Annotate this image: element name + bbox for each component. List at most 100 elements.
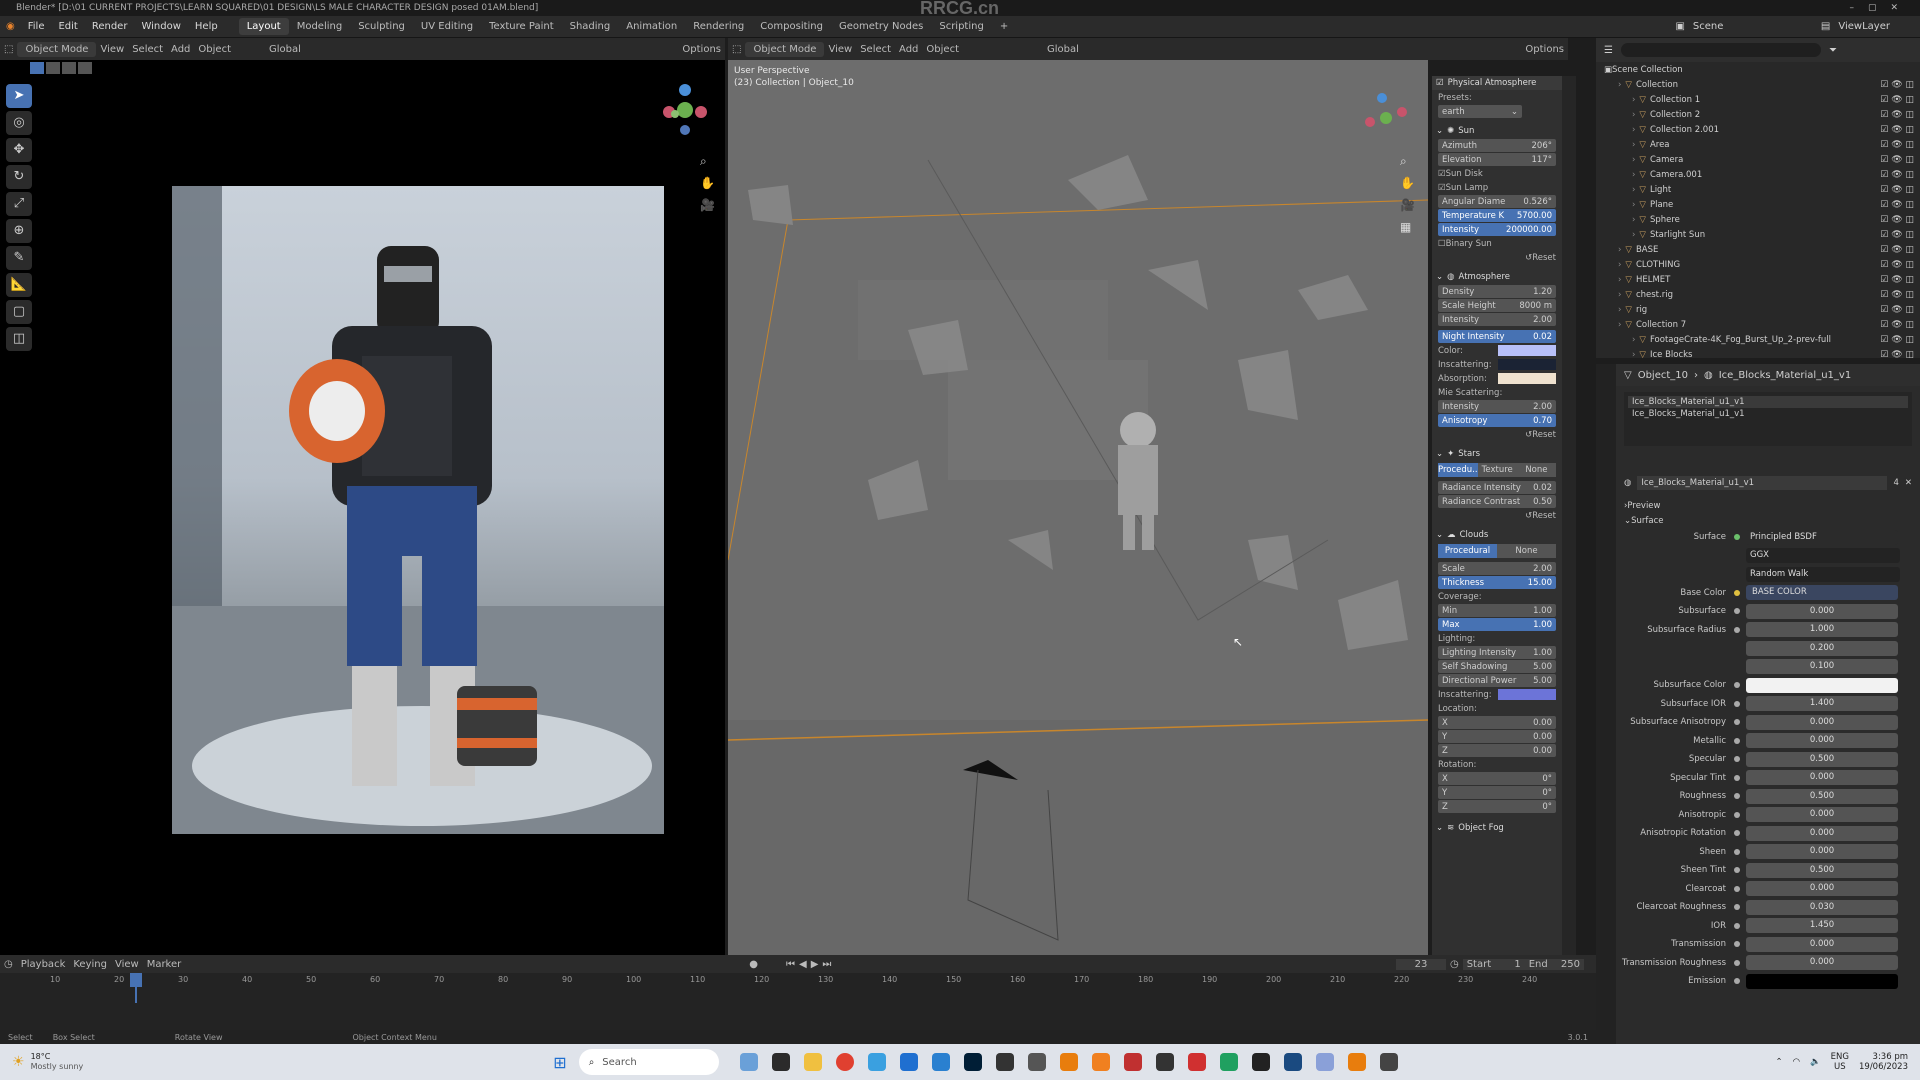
left-mode-dropdown[interactable]: Object Mode	[17, 41, 97, 57]
rotation-z-field[interactable]: Z 0°	[1438, 800, 1556, 813]
outliner-item[interactable]: › ▽ Starlight Sun ☑ 👁 ◫	[1596, 227, 1920, 242]
density-field[interactable]: Density 1.20	[1438, 285, 1556, 298]
vp-options[interactable]: Options	[1521, 44, 1568, 55]
property-field[interactable]: 1.450	[1746, 918, 1898, 934]
inscattering-row[interactable]: Inscattering:	[1438, 358, 1556, 371]
menu-view[interactable]: View	[111, 959, 143, 970]
app-icon[interactable]	[1219, 1053, 1238, 1071]
taskbar-search[interactable]: ⌕ Search	[578, 1049, 719, 1075]
blender-icon[interactable]	[1059, 1053, 1078, 1071]
app-icon[interactable]	[995, 1053, 1014, 1071]
outliner-item[interactable]: › ▽ Collection 7 ☑ 👁 ◫	[1596, 317, 1920, 332]
cloud-inscattering-row[interactable]: Inscattering:	[1438, 688, 1556, 701]
outliner-item[interactable]: › ▽ rig ☑ 👁 ◫	[1596, 302, 1920, 317]
task-view-icon[interactable]	[739, 1053, 758, 1071]
properties-tabs[interactable]	[1596, 364, 1616, 1044]
sun-disk-checkbox[interactable]: ☑ Sun Disk	[1438, 167, 1556, 180]
material-slot[interactable]: Ice_Blocks_Material_u1_v1	[1628, 408, 1908, 420]
left-menu-view[interactable]: View	[96, 44, 128, 55]
tab-texture-paint[interactable]: Texture Paint	[481, 18, 562, 35]
3d-viewport[interactable]: User Perspective (23) Collection | Objec…	[728, 60, 1428, 955]
property-field[interactable]: 0.500	[1746, 788, 1898, 804]
menu-marker[interactable]: Marker	[143, 959, 186, 970]
subsurface-method-dropdown[interactable]: Random Walk	[1746, 566, 1900, 582]
material-datablock[interactable]: ◍ Ice_Blocks_Material_u1_v1 4 ✕	[1624, 474, 1912, 492]
app-icon[interactable]	[1251, 1053, 1270, 1071]
lighting-intensity-field[interactable]: Lighting Intensity 1.00	[1438, 646, 1556, 659]
clouds-section-header[interactable]: ⌄ ☁ Clouds	[1432, 528, 1562, 542]
windows-start-icon[interactable]: ⊞	[553, 1053, 566, 1072]
night-intensity-field[interactable]: Night Intensity 0.02	[1438, 330, 1556, 343]
volume-icon[interactable]: 🔈	[1810, 1057, 1821, 1067]
property-field[interactable]: 1.400	[1746, 696, 1898, 712]
rotation-x-field[interactable]: X 0°	[1438, 772, 1556, 785]
timeline-type-icon[interactable]: ◷	[0, 959, 17, 970]
move-tool-icon[interactable]: ✥	[6, 138, 32, 162]
tab-sculpting[interactable]: Sculpting	[350, 18, 413, 35]
menu-playback[interactable]: Playback	[17, 959, 70, 970]
measure-tool-icon[interactable]: 📐	[6, 273, 32, 297]
language-indicator[interactable]: ENG US	[1831, 1052, 1849, 1072]
viewport-nav-icons[interactable]: ⌕ ✋ 🎥	[700, 150, 715, 216]
left-menu-select[interactable]: Select	[128, 44, 167, 55]
stars-tab-none[interactable]: None	[1516, 463, 1557, 477]
color-row[interactable]: Color:	[1438, 344, 1556, 357]
tab-uv-editing[interactable]: UV Editing	[413, 18, 481, 35]
weather-widget[interactable]: 18°C Mostly sunny	[31, 1052, 84, 1072]
sun-lamp-checkbox[interactable]: ☑ Sun Lamp	[1438, 181, 1556, 194]
property-field[interactable]: 0.000	[1746, 825, 1898, 841]
location-z-field[interactable]: Z 0.00	[1438, 744, 1556, 757]
checkbox-icon[interactable]: ☑	[1436, 78, 1444, 88]
start-frame-field[interactable]: Start 1	[1462, 958, 1525, 970]
transform-tool-icon[interactable]: ⊕	[6, 219, 32, 243]
left-transform-dropdown[interactable]: Global	[265, 44, 305, 55]
location-y-field[interactable]: Y 0.00	[1438, 730, 1556, 743]
outliner-item[interactable]: › ▽ BASE ☑ 👁 ◫	[1596, 242, 1920, 257]
material-slots-list[interactable]: Ice_Blocks_Material_u1_v1 Ice_Blocks_Mat…	[1624, 392, 1912, 446]
cursor-tool-icon[interactable]: ◎	[6, 111, 32, 135]
outliner-item[interactable]: › ▽ CLOTHING ☑ 👁 ◫	[1596, 257, 1920, 272]
temperature-field[interactable]: Temperature K 5700.00	[1438, 209, 1556, 222]
property-field[interactable]: 1.000	[1746, 622, 1898, 638]
directional-power-field[interactable]: Directional Power 5.00	[1438, 674, 1556, 687]
left-menu-add[interactable]: Add	[167, 44, 194, 55]
outliner-type-icon[interactable]: ☰	[1604, 45, 1613, 56]
playback-controls[interactable]: ⏮◀▶⏭	[782, 959, 839, 970]
outliner-scene-collection[interactable]: ▣ Scene Collection	[1596, 62, 1920, 77]
atmosphere-reset-button[interactable]: ↺ Reset	[1438, 428, 1556, 441]
left-menu-object[interactable]: Object	[194, 44, 235, 55]
record-icon[interactable]: ●	[745, 959, 762, 970]
tab-compositing[interactable]: Compositing	[752, 18, 831, 35]
azimuth-field[interactable]: Azimuth 206°	[1438, 139, 1556, 152]
tab-geometry-nodes[interactable]: Geometry Nodes	[831, 18, 931, 35]
stars-reset-button[interactable]: ↺ Reset	[1438, 509, 1556, 522]
navigation-gizmo[interactable]	[655, 80, 715, 140]
outliner-item[interactable]: › ▽ FootageCrate-4K_Fog_Burst_Up_2-prev-fu…	[1596, 332, 1920, 347]
mie-intensity-field[interactable]: Intensity 2.00	[1438, 400, 1556, 413]
menu-keying[interactable]: Keying	[69, 959, 111, 970]
tab-shading[interactable]: Shading	[562, 18, 619, 35]
outliner-item[interactable]: › ▽ Light ☑ 👁 ◫	[1596, 182, 1920, 197]
property-field[interactable]: 0.000	[1746, 955, 1898, 971]
distribution-dropdown[interactable]: GGX	[1746, 548, 1900, 564]
preview-section-header[interactable]: › Preview	[1624, 498, 1920, 513]
property-field[interactable]: 0.100	[1746, 659, 1898, 675]
sun-reset-button[interactable]: ↺ Reset	[1438, 251, 1556, 264]
vp-editor-type-icon[interactable]: ⬚	[728, 44, 745, 55]
stars-tab-texture[interactable]: Texture	[1477, 463, 1517, 477]
outliner-search-input[interactable]	[1620, 43, 1821, 57]
property-field[interactable]: 0.200	[1746, 640, 1898, 656]
outliner-item[interactable]: › ▽ Camera ☑ 👁 ◫	[1596, 152, 1920, 167]
filter-icon[interactable]: ⏷	[1829, 45, 1837, 56]
vp-menu-object[interactable]: Object	[922, 44, 963, 55]
app-icon[interactable]	[867, 1053, 886, 1071]
outliner-item[interactable]: › ▽ Sphere ☑ 👁 ◫	[1596, 212, 1920, 227]
blender-logo-icon[interactable]: ◉	[0, 21, 21, 32]
tab-layout[interactable]: Layout	[238, 18, 289, 35]
outliner-item[interactable]: › ▽ chest.rig ☑ 👁 ◫	[1596, 287, 1920, 302]
sidebar-tabs[interactable]	[1562, 76, 1576, 956]
weather-icon[interactable]: ☀	[12, 1054, 25, 1070]
property-field[interactable]: 0.500	[1746, 751, 1898, 767]
select-mode-buttons[interactable]	[30, 62, 92, 74]
property-field[interactable]: 0.000	[1746, 881, 1898, 897]
